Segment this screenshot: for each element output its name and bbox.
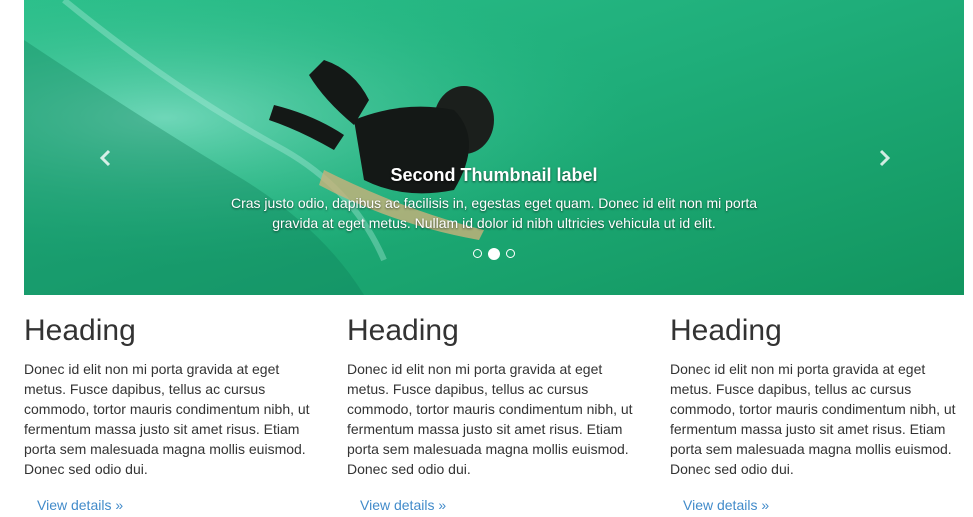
caption-title: Second Thumbnail label	[390, 165, 598, 185]
column-text: Donec id elit non mi porta gravida at eg…	[24, 361, 310, 477]
column-text: Donec id elit non mi porta gravida at eg…	[347, 361, 633, 477]
column-1: Heading Donec id elit non mi porta gravi…	[24, 312, 312, 515]
view-details-link[interactable]: View details »	[683, 497, 769, 513]
carousel-indicators	[24, 248, 964, 260]
caption-text: Cras justo odio, dapibus ac facilisis in…	[230, 195, 758, 231]
column-heading: Heading	[670, 314, 782, 347]
column-text: Donec id elit non mi porta gravida at eg…	[670, 361, 956, 477]
carousel-indicator-3[interactable]	[506, 249, 515, 258]
view-details-link[interactable]: View details »	[360, 497, 446, 513]
column-heading: Heading	[24, 314, 136, 347]
carousel[interactable]: Second Thumbnail label Cras justo odio, …	[24, 0, 964, 295]
marketing-columns: Heading Donec id elit non mi porta gravi…	[24, 312, 964, 515]
page: Second Thumbnail label Cras justo odio, …	[0, 0, 973, 517]
carousel-indicator-1[interactable]	[473, 249, 482, 258]
carousel-caption: Second Thumbnail label Cras justo odio, …	[24, 163, 964, 233]
column-2: Heading Donec id elit non mi porta gravi…	[347, 312, 635, 515]
column-3: Heading Donec id elit non mi porta gravi…	[670, 312, 958, 515]
column-heading: Heading	[347, 314, 459, 347]
carousel-indicator-2[interactable]	[488, 248, 500, 260]
view-details-link[interactable]: View details »	[37, 497, 123, 513]
